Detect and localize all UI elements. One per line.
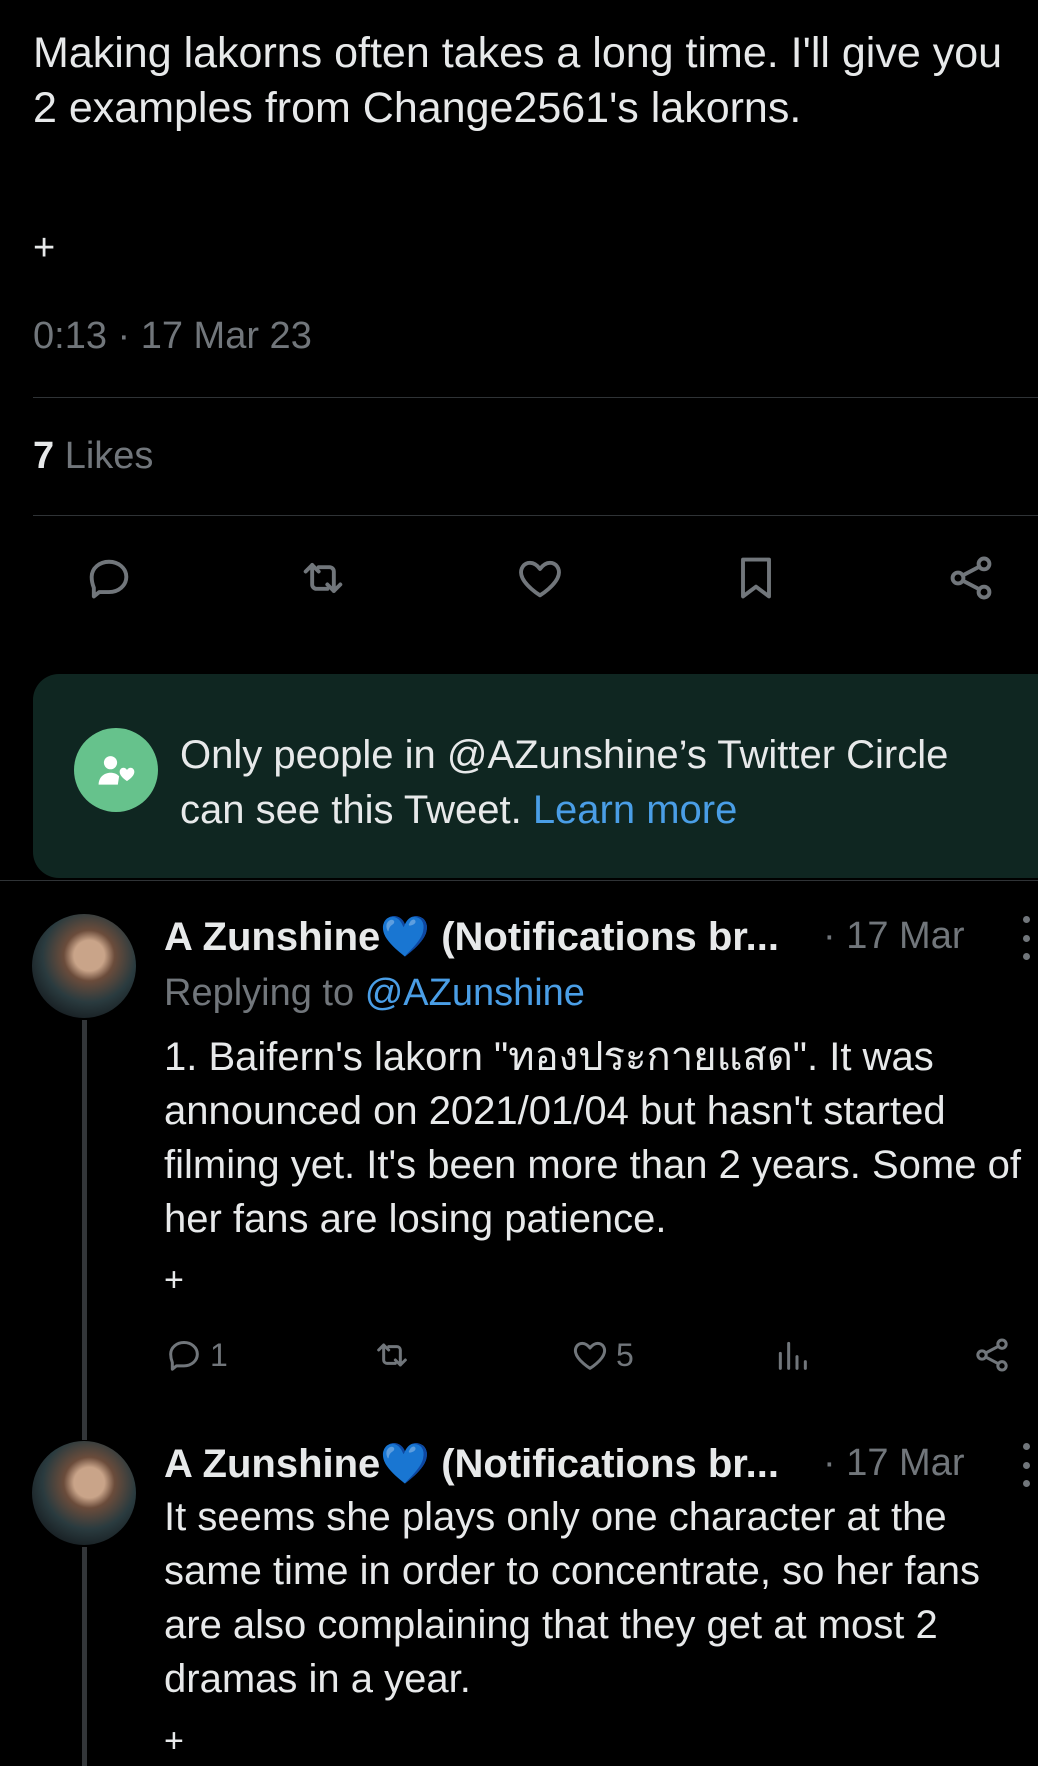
bookmark-button[interactable] bbox=[726, 548, 786, 608]
like-icon bbox=[519, 560, 561, 598]
tweet-plus: + bbox=[33, 227, 56, 269]
more-menu[interactable] bbox=[1020, 916, 1032, 960]
reply-icon bbox=[89, 559, 129, 599]
reply-count: 1 bbox=[210, 1336, 228, 1373]
more-dots-icon bbox=[1022, 916, 1030, 923]
reply-text: It seems she plays only one character at… bbox=[164, 1495, 980, 1701]
share-icon bbox=[976, 1338, 1008, 1372]
author-name[interactable]: A Zunshine💙 (Notifications br... bbox=[164, 1440, 824, 1487]
avatar[interactable] bbox=[32, 1441, 136, 1545]
retweet-icon bbox=[377, 1343, 407, 1367]
reply-date[interactable]: · 17 Mar bbox=[823, 915, 964, 958]
circle-person-heart-icon bbox=[98, 756, 135, 785]
like-icon bbox=[573, 1341, 607, 1370]
bookmark-icon bbox=[741, 557, 771, 599]
replying-handle[interactable]: @AZunshine bbox=[365, 972, 585, 1014]
reply-icon bbox=[169, 1341, 199, 1371]
like-button[interactable] bbox=[510, 548, 570, 608]
likes-label: Likes bbox=[64, 435, 154, 477]
learn-more-link[interactable]: Learn more bbox=[533, 788, 738, 832]
share-button[interactable] bbox=[941, 548, 1001, 608]
share-button[interactable] bbox=[972, 1335, 1012, 1375]
reply-button[interactable] bbox=[79, 548, 139, 608]
like-count: 5 bbox=[616, 1336, 634, 1373]
tweet-meta[interactable]: 0:13 · 17 Mar 23 bbox=[33, 315, 312, 358]
replying-to: Replying to @AZunshine bbox=[164, 972, 585, 1015]
divider bbox=[33, 515, 1038, 516]
thread-line bbox=[82, 1547, 87, 1766]
analytics-icon bbox=[778, 1341, 807, 1370]
likes-count: 7 bbox=[33, 435, 55, 477]
reply-text: 1. Baifern's lakorn "ทองประกายแสด". It w… bbox=[164, 1035, 1021, 1241]
thread-line bbox=[82, 1020, 87, 1440]
reply-date[interactable]: · 17 Mar bbox=[823, 1442, 964, 1485]
avatar[interactable] bbox=[32, 914, 136, 1018]
reply-count-button[interactable]: 1 bbox=[164, 1335, 228, 1375]
share-icon bbox=[950, 556, 992, 600]
divider bbox=[33, 397, 1038, 398]
circle-badge bbox=[74, 728, 158, 812]
reply-plus: + bbox=[164, 1261, 184, 1299]
circle-notice-text: Only people in @AZunshine’s Twitter Circ… bbox=[180, 728, 1020, 838]
tweet-text: Making lakorns often takes a long time. … bbox=[33, 29, 1003, 132]
more-menu[interactable] bbox=[1020, 1443, 1032, 1487]
retweet-button[interactable] bbox=[293, 548, 353, 608]
separator bbox=[0, 880, 1038, 881]
more-dots-icon bbox=[1022, 1443, 1030, 1450]
replying-prefix: Replying to bbox=[164, 972, 355, 1014]
retweet-button[interactable] bbox=[372, 1335, 412, 1375]
retweet-icon bbox=[303, 563, 343, 593]
likes-summary[interactable]: 7 Likes bbox=[33, 435, 153, 478]
like-count-button[interactable]: 5 bbox=[570, 1335, 634, 1375]
views-button[interactable] bbox=[772, 1335, 812, 1375]
reply-plus: + bbox=[164, 1722, 184, 1760]
author-name[interactable]: A Zunshine💙 (Notifications br... bbox=[164, 913, 824, 960]
